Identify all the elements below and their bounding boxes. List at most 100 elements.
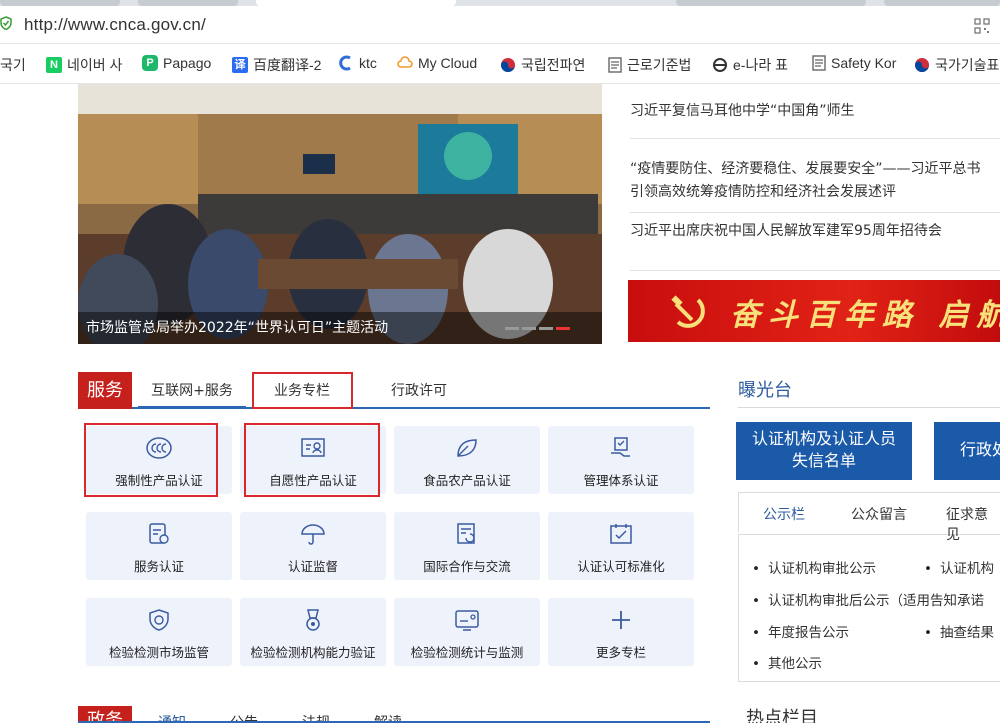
tab-publicity[interactable]: 公示栏 bbox=[763, 504, 805, 524]
bookmark-label: 국기 bbox=[0, 57, 26, 73]
bookmark-label: e-나라 표 bbox=[733, 57, 788, 73]
medal-icon bbox=[306, 609, 320, 631]
shield-check-icon bbox=[149, 609, 169, 631]
tab-announcement[interactable]: 公告 bbox=[230, 712, 258, 721]
umbrella-icon bbox=[301, 524, 325, 545]
baidu-translate-icon: 译 bbox=[232, 57, 248, 73]
tab-interpretation[interactable]: 解读 bbox=[374, 712, 402, 721]
carousel-indicators bbox=[505, 327, 570, 330]
tile-inspection-market-supervision[interactable]: 检验检测市场监管 bbox=[86, 598, 232, 666]
hero-photo bbox=[78, 84, 602, 344]
divider bbox=[630, 138, 1000, 139]
tile-label: 更多专栏 bbox=[595, 645, 646, 660]
bookmark-item[interactable]: P Papago bbox=[142, 55, 211, 71]
bookmarks-bar: 국기 N 네이버 사 P Papago 译 百度翻译-2 ktc My Clou… bbox=[0, 44, 1000, 84]
gov-tab-bar: 政务 通知 公告 法规 解读 bbox=[78, 706, 710, 723]
tile-statistics-monitoring[interactable]: 检验检测统计与监测 bbox=[394, 598, 540, 666]
qr-code-icon[interactable] bbox=[974, 18, 990, 34]
tile-service-certification[interactable]: 服务认证 bbox=[86, 512, 232, 580]
tile-food-agri-certification[interactable]: 食品农产品认证 bbox=[394, 426, 540, 494]
tab-notice[interactable]: 通知 bbox=[158, 712, 186, 721]
bookmark-label: Papago bbox=[163, 55, 212, 71]
bookmark-item[interactable]: 국립전파연 bbox=[500, 55, 585, 75]
blacklist-card[interactable]: 认证机构及认证人员 失信名单 bbox=[736, 422, 912, 480]
hot-columns-title: 热点栏目 bbox=[746, 708, 818, 723]
tile-label: 认证认可标准化 bbox=[577, 559, 665, 574]
tile-international-cooperation[interactable]: 国际合作与交流 bbox=[394, 512, 540, 580]
bookmark-label: 네이버 사 bbox=[67, 57, 123, 73]
monitor-icon bbox=[455, 610, 479, 631]
bookmark-label: 국립전파연 bbox=[521, 57, 586, 73]
exchange-document-icon bbox=[457, 523, 475, 544]
publicity-link[interactable]: 抽查结果 bbox=[924, 621, 994, 641]
bookmark-label: 百度翻译-2 bbox=[253, 57, 322, 73]
tile-more-columns[interactable]: 更多专栏 bbox=[548, 598, 694, 666]
publicity-link[interactable]: 认证机构审批后公示（适用告知承诺 bbox=[752, 589, 984, 609]
korea-emblem-icon bbox=[915, 58, 929, 72]
address-bar[interactable]: http://www.cnca.gov.cn/ bbox=[0, 6, 1000, 44]
url-text[interactable]: http://www.cnca.gov.cn/ bbox=[24, 15, 206, 35]
publicity-link[interactable]: 认证机构审批公示 bbox=[752, 557, 876, 577]
secure-shield-icon bbox=[0, 16, 12, 30]
tab-internet-service[interactable]: 互联网+服务 bbox=[138, 380, 246, 408]
hero-carousel[interactable]: 市场监管总局举办2022年“世界认可日”主题活动 bbox=[78, 84, 602, 344]
tile-label: 检验检测统计与监测 bbox=[410, 645, 524, 660]
carousel-dot-active[interactable] bbox=[556, 327, 570, 330]
bookmark-label: ktc bbox=[359, 55, 377, 71]
carousel-dot[interactable] bbox=[505, 327, 519, 330]
tile-label: 服务认证 bbox=[133, 559, 184, 574]
exposure-title: 曝光台 bbox=[738, 380, 792, 401]
tile-standardization[interactable]: 认证认可标准化 bbox=[548, 512, 694, 580]
tile-management-system[interactable]: 管理体系认证 bbox=[548, 426, 694, 494]
carousel-dot[interactable] bbox=[522, 327, 536, 330]
news-item[interactable]: 习近平出席庆祝中国人民解放军建军95周年招待会 bbox=[630, 220, 1000, 242]
service-document-icon bbox=[149, 523, 169, 544]
banner-text: 奋斗百年路 启航新 bbox=[730, 298, 1000, 333]
bookmark-item[interactable]: My Cloud bbox=[397, 55, 477, 71]
publicity-link[interactable]: 其他公示 bbox=[752, 652, 822, 672]
bookmark-item[interactable]: Safety Kor bbox=[812, 55, 896, 71]
news-item[interactable]: 习近平复信马耳他中学“中国角”师生 bbox=[630, 100, 1000, 122]
tile-label: 检验检测机构能力验证 bbox=[250, 645, 376, 660]
bookmark-label: My Cloud bbox=[418, 55, 478, 71]
tile-label: 食品农产品认证 bbox=[423, 473, 511, 488]
bookmark-item[interactable]: N 네이버 사 bbox=[46, 55, 122, 75]
services-title: 服务 bbox=[78, 372, 132, 409]
services-tab-bar: 服务 互联网+服务 业务专栏 行政许可 bbox=[78, 372, 710, 409]
publicity-tab-active-bar bbox=[738, 532, 830, 534]
admin-penalty-card[interactable]: 行政处 bbox=[934, 422, 1000, 480]
carousel-dot[interactable] bbox=[539, 327, 553, 330]
bookmark-label: Safety Kor bbox=[831, 55, 897, 71]
tab-regulations[interactable]: 法规 bbox=[302, 712, 330, 721]
tile-certification-supervision[interactable]: 认证监督 bbox=[240, 512, 386, 580]
document-icon bbox=[812, 55, 826, 71]
publicity-link[interactable]: 认证机构 bbox=[924, 557, 994, 577]
news-item[interactable]: “疫情要防住、经济要稳住、发展要安全”——习近平总书 bbox=[630, 158, 1000, 180]
tile-proficiency-testing[interactable]: 检验检测机构能力验证 bbox=[240, 598, 386, 666]
bookmark-item[interactable]: 译 百度翻译-2 bbox=[232, 55, 321, 75]
papago-icon: P bbox=[142, 55, 158, 71]
tab-public-messages[interactable]: 公众留言 bbox=[851, 504, 907, 524]
party-banner[interactable]: 奋斗百年路 启航新 bbox=[628, 280, 1000, 342]
calendar-check-icon bbox=[610, 524, 632, 544]
bookmark-item[interactable]: e-나라 표 bbox=[712, 55, 788, 75]
gov-title: 政务 bbox=[78, 706, 132, 721]
bookmark-item[interactable]: 국가기술표 bbox=[914, 55, 999, 75]
plus-icon bbox=[612, 611, 630, 629]
news-item[interactable]: 引领高效统筹疫情防控和经济社会发展述评 bbox=[630, 181, 1000, 203]
divider bbox=[630, 270, 1000, 271]
admin-penalty-card-label: 行政处 bbox=[960, 440, 1000, 459]
tab-solicitation[interactable]: 征求意见 bbox=[946, 504, 1000, 544]
naver-icon: N bbox=[46, 57, 62, 73]
tile-label: 国际合作与交流 bbox=[423, 559, 511, 574]
bookmark-item[interactable]: 국기 bbox=[0, 55, 26, 75]
document-icon bbox=[608, 57, 622, 73]
tab-admin-license[interactable]: 行政许可 bbox=[374, 380, 464, 408]
bookmark-label: 국가기술표 bbox=[935, 57, 1000, 73]
bookmark-item[interactable]: 근로기준법 bbox=[608, 55, 691, 75]
publicity-link[interactable]: 年度报告公示 bbox=[752, 621, 849, 641]
e-nara-icon bbox=[713, 58, 727, 72]
bookmark-item[interactable]: ktc bbox=[338, 55, 377, 71]
highlight-box bbox=[84, 423, 218, 497]
tile-label: 检验检测市场监管 bbox=[108, 645, 209, 660]
